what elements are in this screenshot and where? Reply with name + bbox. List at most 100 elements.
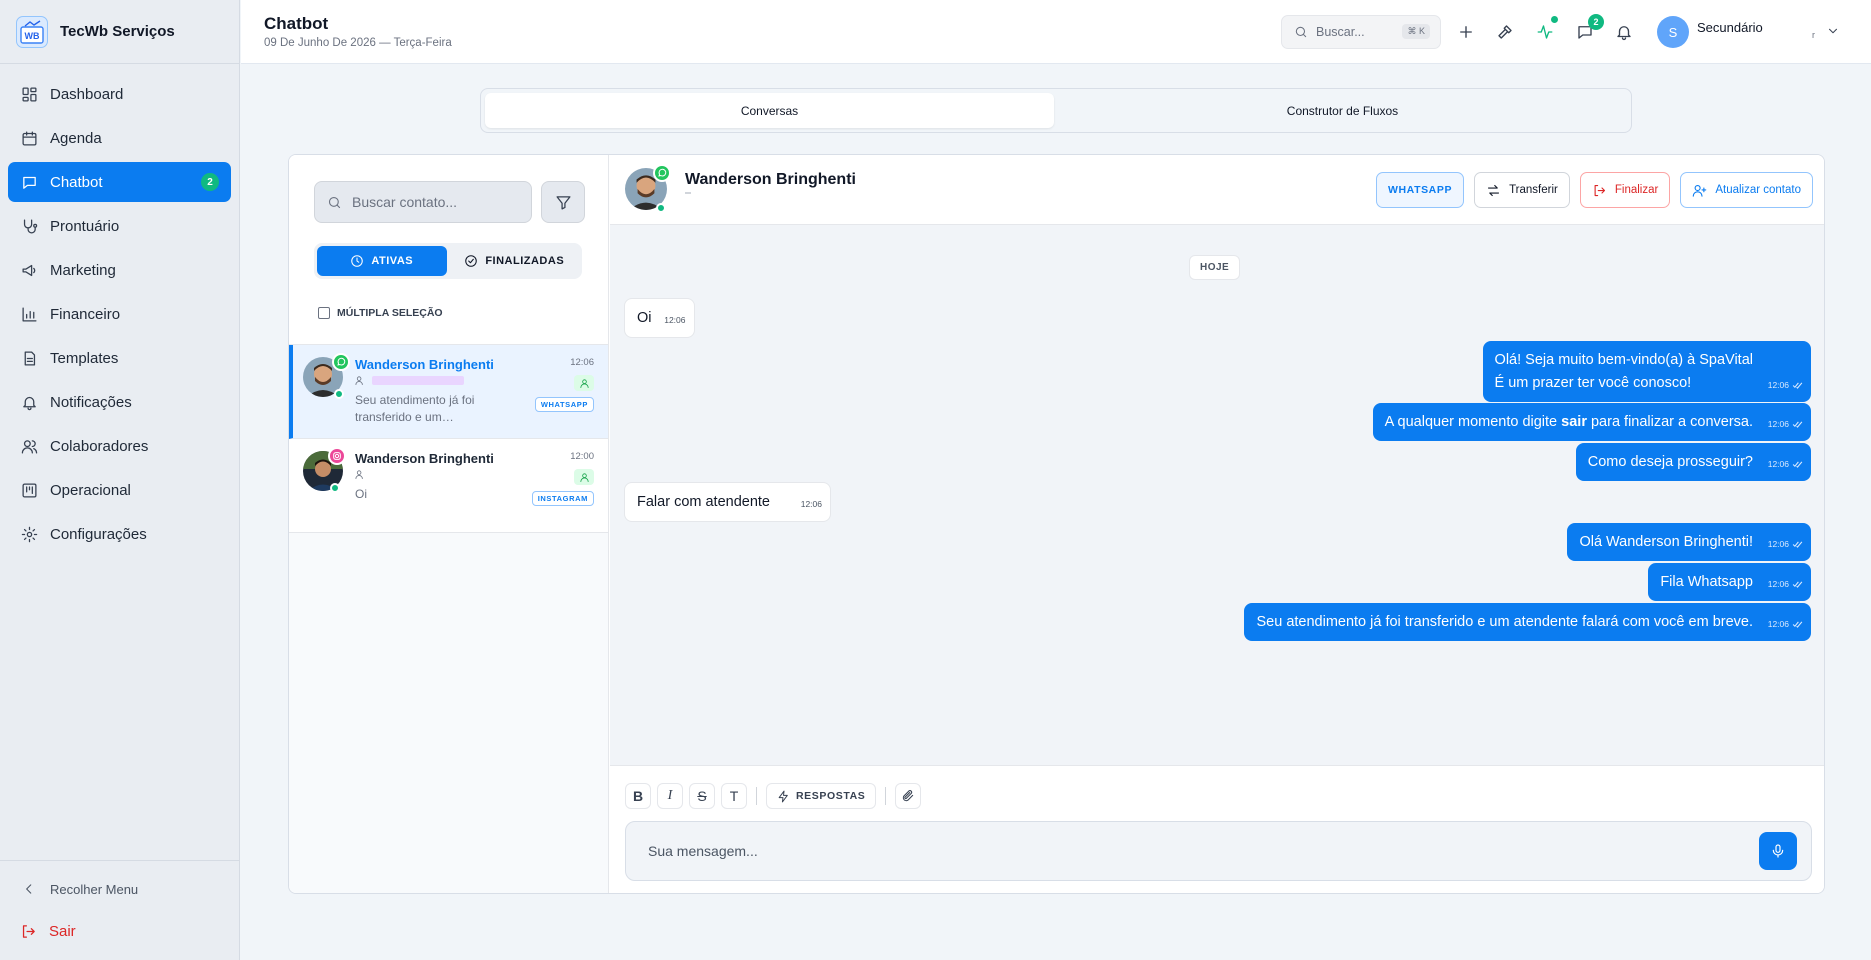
conversation-actions: WHATSAPP Transferir Finalizar Atualizar … — [1375, 172, 1813, 208]
tab-construtor-de-fluxos[interactable]: Construtor de Fluxos — [1058, 93, 1627, 128]
online-status-dot — [334, 389, 344, 399]
filter-finalizadas-button[interactable]: FINALIZADAS — [450, 246, 580, 276]
sidebar-item-templates[interactable]: Templates — [8, 338, 231, 378]
tools-button[interactable] — [1489, 16, 1521, 48]
bold-button[interactable]: B — [625, 783, 651, 809]
quick-responses-label: RESPOSTAS — [796, 790, 866, 802]
message-bubble-outgoing: Olá! Seja muito bem-vindo(a) à SpaVital … — [1482, 341, 1811, 402]
contact-search-input[interactable]: Buscar contato... — [314, 181, 532, 223]
contact-list-item[interactable]: Wanderson Bringhenti 12:06 Seu atendimen… — [289, 345, 608, 439]
update-contact-label: Atualizar contato — [1715, 184, 1801, 196]
sidebar-item-notificacoes[interactable]: Notificações — [8, 382, 231, 422]
notifications-button[interactable] — [1608, 16, 1640, 48]
chat-icon — [23, 176, 36, 189]
message-bubble-outgoing: Fila Whatsapp 12:06 — [1648, 563, 1811, 601]
attach-button[interactable] — [895, 783, 922, 809]
brand[interactable]: WB TecWb Serviços — [0, 0, 239, 64]
chat-panel: Buscar contato... ATIVAS FINALIZADAS MÚL… — [288, 154, 1825, 894]
sidebar-item-colaboradores[interactable]: Colaboradores — [8, 426, 231, 466]
lightning-icon — [778, 790, 788, 802]
message-time: 12:06 — [800, 499, 822, 509]
message-meta: 12:06 — [1768, 613, 1803, 636]
avatar: S — [1657, 16, 1689, 48]
sidebar-item-label: Configurações — [50, 525, 147, 543]
activity-button[interactable] — [1529, 16, 1561, 48]
logout-icon — [1594, 184, 1605, 196]
message-meta: 12:06 — [1768, 453, 1803, 476]
message-input[interactable]: Sua mensagem... — [625, 821, 1812, 881]
filter-button[interactable] — [541, 181, 585, 223]
voice-record-button[interactable] — [1759, 832, 1797, 870]
redacted-text — [372, 376, 464, 385]
chevron-down-icon[interactable] — [1826, 24, 1840, 38]
channel-whatsapp-button[interactable]: WHATSAPP — [1375, 172, 1465, 208]
channel-tag: WHATSAPP — [534, 397, 594, 412]
italic-button[interactable]: I — [657, 783, 683, 809]
contact-list-item[interactable]: Wanderson Bringhenti 12:00 Oi INSTAGRAM — [289, 439, 608, 533]
search-shortcut: ⌘ K — [1402, 24, 1430, 39]
toolbar-divider — [885, 787, 887, 805]
sidebar-nav: Dashboard Agenda Chatbot 2 Prontuário Ma… — [0, 64, 239, 554]
megaphone-icon — [22, 264, 36, 276]
global-search[interactable]: Buscar... ⌘ K — [1281, 15, 1441, 49]
transfer-button[interactable]: Transferir — [1474, 172, 1570, 208]
messages-badge: 2 — [1588, 14, 1604, 30]
collapse-menu-button[interactable]: Recolher Menu — [0, 871, 240, 907]
contact-time: 12:00 — [570, 451, 594, 462]
message-text: Como deseja prosseguir? — [1587, 454, 1753, 470]
multi-select-label: MÚLTIPLA SELEÇÃO — [337, 307, 443, 319]
channel-tag: INSTAGRAM — [531, 491, 594, 506]
add-button[interactable] — [1450, 16, 1482, 48]
update-contact-button[interactable]: Atualizar contato — [1680, 172, 1813, 208]
document-icon — [24, 350, 36, 366]
transfer-label: Transferir — [1509, 184, 1558, 196]
conversation-contact-name: Wanderson Bringhenti — [685, 171, 856, 188]
bell-icon — [1617, 26, 1631, 41]
sidebar-item-financeiro[interactable]: Financeiro — [8, 294, 231, 334]
message-text: Fila Whatsapp — [1660, 574, 1753, 590]
message-meta: 12:06 — [1768, 413, 1803, 436]
sidebar-item-dashboard[interactable]: Dashboard — [8, 74, 231, 114]
whatsapp-icon — [653, 164, 671, 182]
text-format-button[interactable]: T — [721, 783, 747, 809]
sidebar-item-label: Operacional — [50, 481, 131, 499]
sidebar-item-operacional[interactable]: Operacional — [8, 470, 231, 510]
plus-icon — [1460, 26, 1472, 38]
logout-button[interactable]: Sair — [0, 911, 240, 951]
format-toolbar: B I S T RESPOSTAS — [625, 783, 922, 809]
finish-button[interactable]: Finalizar — [1579, 172, 1671, 208]
messages-button[interactable]: 2 — [1569, 14, 1604, 48]
double-check-icon — [1792, 421, 1803, 428]
user-menu[interactable]: S Secundário — [1657, 16, 1763, 48]
sidebar-item-label: Prontuário — [50, 217, 120, 235]
online-status-dot — [330, 483, 340, 493]
message-bubble-outgoing: A qualquer momento digite sair para fina… — [1372, 403, 1811, 441]
sidebar-item-label: Marketing — [50, 261, 116, 279]
message-text: Olá! Seja muito bem-vindo(a) à SpaVital — [1494, 352, 1753, 368]
message-bold-text: sair — [1561, 414, 1587, 430]
sidebar-item-label: Agenda — [50, 129, 102, 147]
activity-icon — [1537, 25, 1553, 39]
multi-select-toggle[interactable]: MÚLTIPLA SELEÇÃO — [318, 307, 443, 319]
sidebar-item-chatbot[interactable]: Chatbot 2 — [8, 162, 231, 202]
users-icon — [21, 439, 38, 454]
view-tabs: Conversas Construtor de Fluxos — [480, 88, 1632, 133]
multi-select-checkbox[interactable] — [318, 307, 330, 319]
sidebar-item-configuracoes[interactable]: Configurações — [8, 514, 231, 554]
sidebar-item-label: Dashboard — [50, 85, 124, 103]
user-icon — [579, 378, 589, 388]
sidebar-item-prontuario[interactable]: Prontuário — [8, 206, 231, 246]
strikethrough-button[interactable]: S — [689, 783, 715, 809]
quick-responses-button[interactable]: RESPOSTAS — [766, 783, 877, 809]
sidebar-item-agenda[interactable]: Agenda — [8, 118, 231, 158]
tab-conversas[interactable]: Conversas — [485, 93, 1054, 128]
message-text: É um prazer ter você conosco! — [1494, 375, 1692, 391]
top-header: Chatbot 09 De Junho De 2026 — Terça-Feir… — [241, 0, 1871, 64]
whatsapp-icon — [332, 353, 350, 371]
message-text: Falar com atendente — [637, 494, 770, 510]
filter-ativas-button[interactable]: ATIVAS — [317, 246, 447, 276]
sidebar-item-marketing[interactable]: Marketing — [8, 250, 231, 290]
double-check-icon — [1792, 541, 1803, 548]
message-bubble-outgoing: Olá Wanderson Bringhenti! 12:06 — [1567, 523, 1811, 561]
double-check-icon — [1792, 621, 1803, 628]
